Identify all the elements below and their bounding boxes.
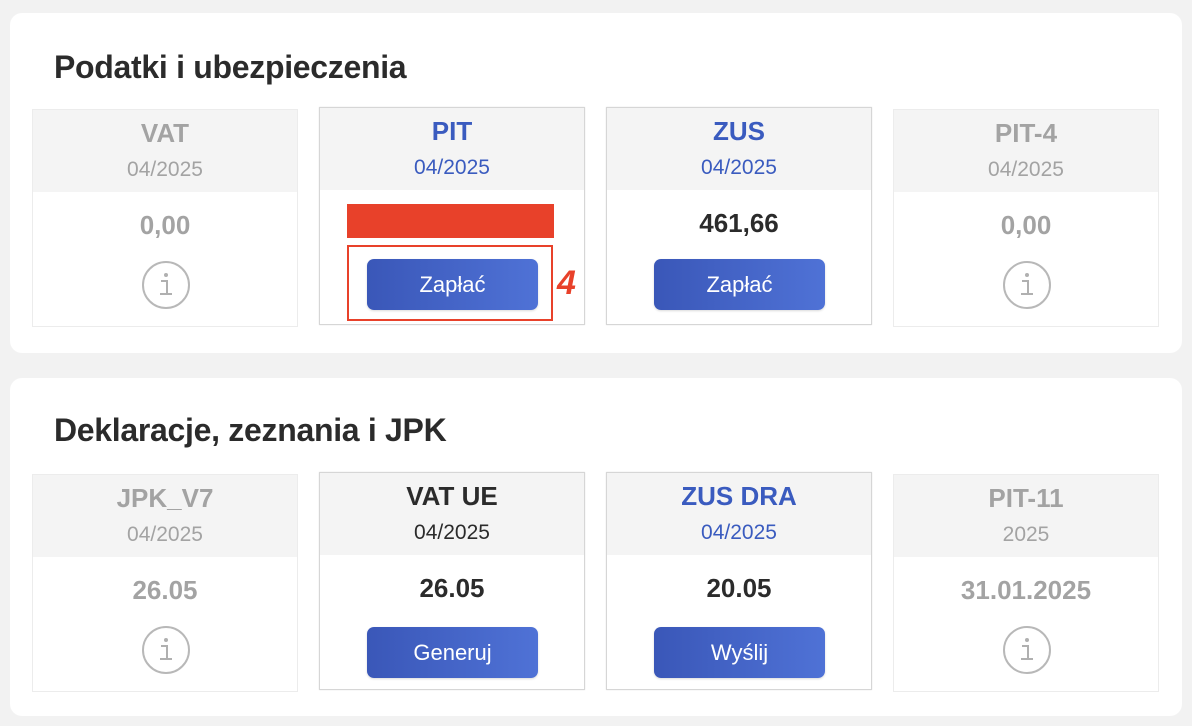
taxes-section-title: Podatki i ubezpieczenia bbox=[54, 49, 407, 85]
card-pit: PIT 04/2025 Zapłać 4 bbox=[319, 107, 585, 325]
card-header: PIT-4 04/2025 bbox=[894, 110, 1158, 192]
card-period: 04/2025 bbox=[988, 158, 1064, 181]
card-name: JPK_V7 bbox=[116, 483, 214, 513]
card-period: 04/2025 bbox=[127, 523, 203, 546]
card-vat-ue: VAT UE 04/2025 26.05 Generuj bbox=[319, 472, 585, 690]
card-name: ZUS DRA bbox=[681, 481, 797, 511]
card-name: ZUS bbox=[713, 116, 765, 146]
declarations-panel: Deklaracje, zeznania i JPK JPK_V7 04/202… bbox=[10, 378, 1182, 716]
card-period: 04/2025 bbox=[127, 158, 203, 181]
card-name: PIT-4 bbox=[994, 118, 1058, 148]
card-header: ZUS DRA 04/2025 bbox=[607, 473, 871, 555]
redacted-amount bbox=[347, 204, 554, 238]
card-header: VAT UE 04/2025 bbox=[320, 473, 584, 555]
pay-pit-button[interactable]: Zapłać bbox=[367, 259, 538, 310]
card-period: 04/2025 bbox=[414, 156, 490, 179]
taxes-panel: Podatki i ubezpieczenia VAT 04/2025 0,00… bbox=[10, 13, 1182, 353]
info-icon[interactable] bbox=[1002, 625, 1052, 675]
card-jpk-v7: JPK_V7 04/2025 26.05 bbox=[32, 474, 298, 692]
card-zus: ZUS 04/2025 461,66 Zapłać bbox=[606, 107, 872, 325]
generate-button[interactable]: Generuj bbox=[367, 627, 538, 678]
card-deadline: 26.05 bbox=[419, 573, 485, 603]
card-vat: VAT 04/2025 0,00 bbox=[32, 109, 298, 327]
send-button[interactable]: Wyślij bbox=[654, 627, 825, 678]
card-period: 2025 bbox=[1002, 523, 1050, 546]
card-header: PIT 04/2025 bbox=[320, 108, 584, 190]
card-period: 04/2025 bbox=[701, 521, 777, 544]
card-name: VAT bbox=[140, 118, 190, 148]
card-name: PIT-11 bbox=[988, 483, 1064, 513]
card-period: 04/2025 bbox=[414, 521, 490, 544]
card-deadline: 20.05 bbox=[706, 573, 772, 603]
card-header: ZUS 04/2025 bbox=[607, 108, 871, 190]
card-period: 04/2025 bbox=[701, 156, 777, 179]
info-icon[interactable] bbox=[141, 625, 191, 675]
pay-zus-button[interactable]: Zapłać bbox=[654, 259, 825, 310]
card-amount: 0,00 bbox=[139, 210, 191, 240]
card-zus-dra: ZUS DRA 04/2025 20.05 Wyślij bbox=[606, 472, 872, 690]
info-icon[interactable] bbox=[1002, 260, 1052, 310]
info-icon[interactable] bbox=[141, 260, 191, 310]
card-amount: 461,66 bbox=[699, 208, 779, 238]
card-pit-11: PIT-11 2025 31.01.2025 bbox=[893, 474, 1159, 692]
declarations-section-title: Deklaracje, zeznania i JPK bbox=[54, 412, 447, 448]
card-name: VAT UE bbox=[406, 481, 498, 511]
card-header: PIT-11 2025 bbox=[894, 475, 1158, 557]
card-header: VAT 04/2025 bbox=[33, 110, 297, 192]
card-amount: 0,00 bbox=[1000, 210, 1052, 240]
card-deadline: 31.01.2025 bbox=[960, 575, 1092, 605]
card-deadline: 26.05 bbox=[132, 575, 198, 605]
annotation-step-number: 4 bbox=[557, 264, 576, 302]
card-name: PIT bbox=[431, 116, 473, 146]
card-header: JPK_V7 04/2025 bbox=[33, 475, 297, 557]
card-pit-4: PIT-4 04/2025 0,00 bbox=[893, 109, 1159, 327]
